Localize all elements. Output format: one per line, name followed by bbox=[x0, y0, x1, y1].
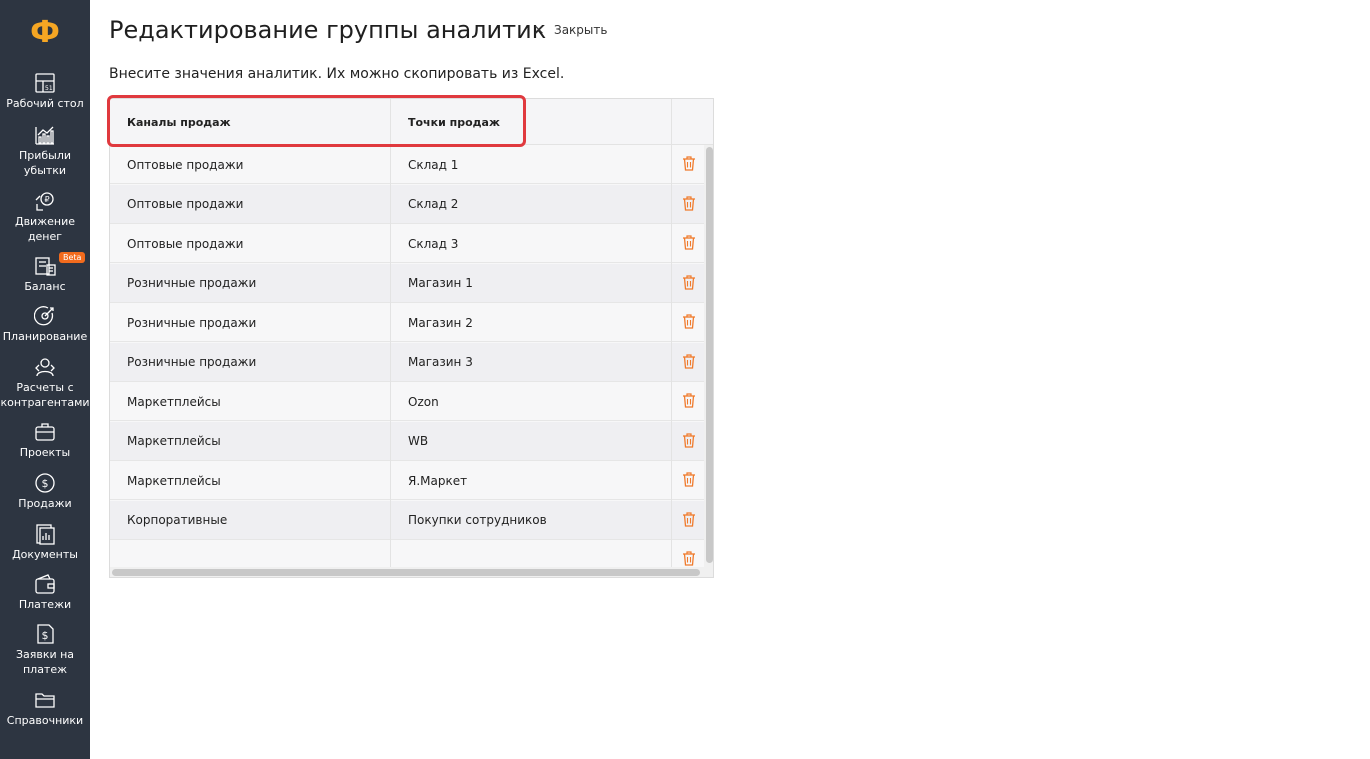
beta-badge: Beta bbox=[59, 252, 86, 263]
sidebar-item-label: Планирование bbox=[2, 330, 88, 343]
table-row: Корпоративные Покупки сотрудников bbox=[110, 500, 713, 540]
trash-icon[interactable] bbox=[682, 314, 696, 329]
cell-sales-point[interactable]: Склад 1 bbox=[391, 145, 672, 184]
sidebar-item-label: Расчеты с контрагентами bbox=[0, 381, 90, 409]
sidebar-item-profit-loss[interactable]: Прибыли убытки bbox=[0, 124, 90, 178]
trash-icon[interactable] bbox=[682, 274, 696, 290]
contractors-icon bbox=[35, 358, 55, 377]
sidebar-item-payment-requests[interactable]: $ Заявки на платеж bbox=[0, 623, 90, 677]
grid-header: Каналы продаж Точки продаж bbox=[110, 99, 713, 145]
vertical-scroll-thumb[interactable] bbox=[706, 147, 713, 563]
trash-icon[interactable] bbox=[682, 511, 696, 527]
sidebar-item-label: Прибыли убытки bbox=[18, 149, 72, 177]
column-divider bbox=[390, 99, 391, 577]
sidebar-item-label: Проекты bbox=[19, 446, 71, 459]
trash-icon[interactable] bbox=[682, 195, 696, 211]
table-row: Маркетплейсы Я.Маркет bbox=[110, 461, 713, 500]
sidebar-item-balance[interactable]: Beta Баланс bbox=[0, 252, 90, 294]
trash-icon[interactable] bbox=[682, 551, 696, 566]
cell-sales-point[interactable]: Я.Маркет bbox=[391, 461, 672, 500]
table-row: Оптовые продажи Склад 2 bbox=[110, 184, 713, 224]
app-logo[interactable]: Ф bbox=[0, 12, 90, 52]
chart-icon bbox=[35, 126, 54, 145]
cell-sales-point[interactable]: Склад 2 bbox=[391, 185, 672, 224]
sidebar-item-label: Справочники bbox=[6, 714, 84, 727]
sidebar-item-payments[interactable]: Платежи bbox=[0, 573, 90, 612]
dollar-icon: $ bbox=[35, 473, 55, 493]
svg-text:₽: ₽ bbox=[45, 195, 50, 204]
cell-sales-point[interactable]: WB bbox=[391, 422, 672, 461]
table-row: Маркетплейсы WB bbox=[110, 421, 713, 461]
cell-sales-point[interactable]: Склад 3 bbox=[391, 224, 672, 263]
trash-icon[interactable] bbox=[682, 472, 696, 487]
cell-sales-point[interactable]: Магазин 2 bbox=[391, 303, 672, 342]
trash-icon[interactable] bbox=[682, 432, 696, 448]
sidebar: Ф 51 Рабочий стол Прибыли убытки ₽ Движе… bbox=[0, 0, 90, 759]
close-icon[interactable]: × bbox=[533, 22, 545, 38]
sidebar-item-contractors[interactable]: Расчеты с контрагентами bbox=[0, 356, 90, 410]
sidebar-item-label: Заявки на платеж bbox=[15, 648, 75, 676]
sidebar-item-references[interactable]: Справочники bbox=[0, 689, 90, 728]
cell-sales-point[interactable]: Магазин 1 bbox=[391, 264, 672, 303]
balance-icon bbox=[35, 257, 56, 276]
cell-sales-channel[interactable]: Маркетплейсы bbox=[110, 422, 391, 461]
trash-icon[interactable] bbox=[682, 235, 696, 250]
documents-icon bbox=[36, 524, 55, 545]
trash-icon[interactable] bbox=[682, 393, 696, 408]
sidebar-item-sales[interactable]: $ Продажи bbox=[0, 472, 90, 511]
sidebar-item-dashboard[interactable]: 51 Рабочий стол bbox=[0, 72, 90, 111]
sidebar-item-planning[interactable]: Планирование bbox=[0, 305, 90, 344]
sidebar-item-money-flow[interactable]: ₽ Движение денег bbox=[0, 190, 90, 244]
table-row: Розничные продажи Магазин 2 bbox=[110, 303, 713, 342]
folder-icon bbox=[35, 693, 55, 708]
sidebar-item-label: Рабочий стол bbox=[6, 97, 84, 110]
column-divider bbox=[671, 99, 672, 577]
sidebar-item-label: Баланс bbox=[24, 280, 66, 293]
analytics-grid: Каналы продаж Точки продаж Оптовые прода… bbox=[109, 98, 714, 578]
wallet-icon bbox=[35, 574, 55, 594]
cell-sales-channel[interactable]: Оптовые продажи bbox=[110, 224, 391, 263]
table-row: Розничные продажи Магазин 3 bbox=[110, 342, 713, 382]
sidebar-item-label: Продажи bbox=[18, 497, 72, 510]
cell-sales-channel[interactable]: Маркетплейсы bbox=[110, 461, 391, 500]
cell-sales-channel[interactable]: Розничные продажи bbox=[110, 343, 391, 382]
cell-sales-channel[interactable]: Розничные продажи bbox=[110, 264, 391, 303]
cell-sales-channel[interactable]: Оптовые продажи bbox=[110, 145, 391, 184]
money-flow-icon: ₽ bbox=[35, 192, 54, 211]
sidebar-item-label: Платежи bbox=[18, 598, 72, 611]
briefcase-icon bbox=[35, 423, 55, 441]
cell-sales-point[interactable]: Покупки сотрудников bbox=[391, 501, 672, 540]
payment-request-icon: $ bbox=[37, 624, 54, 644]
table-row: Маркетплейсы Ozon bbox=[110, 382, 713, 421]
trash-icon[interactable] bbox=[682, 353, 696, 369]
cell-sales-point[interactable]: Ozon bbox=[391, 382, 672, 421]
svg-text:$: $ bbox=[42, 629, 49, 642]
sidebar-item-label: Движение денег bbox=[14, 215, 75, 243]
sidebar-item-documents[interactable]: Документы bbox=[0, 523, 90, 562]
column-header-sales-points[interactable]: Точки продаж bbox=[391, 99, 672, 145]
cell-sales-channel[interactable]: Корпоративные bbox=[110, 501, 391, 540]
horizontal-scroll-thumb[interactable] bbox=[112, 569, 700, 576]
cell-sales-point[interactable]: Магазин 3 bbox=[391, 343, 672, 382]
cell-sales-channel[interactable]: Маркетплейсы bbox=[110, 382, 391, 421]
table-row: Оптовые продажи Склад 1 bbox=[110, 145, 713, 184]
table-row: Оптовые продажи Склад 3 bbox=[110, 224, 713, 263]
svg-text:51: 51 bbox=[45, 85, 53, 92]
horizontal-scrollbar[interactable] bbox=[110, 567, 704, 577]
cell-sales-channel[interactable]: Оптовые продажи bbox=[110, 185, 391, 224]
page-title: Редактирование группы аналитик bbox=[109, 16, 547, 44]
close-button[interactable]: Закрыть bbox=[554, 23, 607, 37]
target-icon bbox=[34, 306, 54, 326]
svg-text:$: $ bbox=[42, 477, 49, 490]
sidebar-item-label: Документы bbox=[12, 548, 78, 561]
instructions-text: Внесите значения аналитик. Их можно скоп… bbox=[109, 66, 565, 82]
sidebar-item-projects[interactable]: Проекты bbox=[0, 421, 90, 460]
dashboard-icon: 51 bbox=[35, 73, 55, 93]
cell-sales-channel[interactable]: Розничные продажи bbox=[110, 303, 391, 342]
table-row: Розничные продажи Магазин 1 bbox=[110, 263, 713, 303]
trash-icon[interactable] bbox=[682, 156, 696, 171]
vertical-scrollbar[interactable] bbox=[704, 145, 713, 577]
column-header-sales-channels[interactable]: Каналы продаж bbox=[110, 99, 391, 145]
